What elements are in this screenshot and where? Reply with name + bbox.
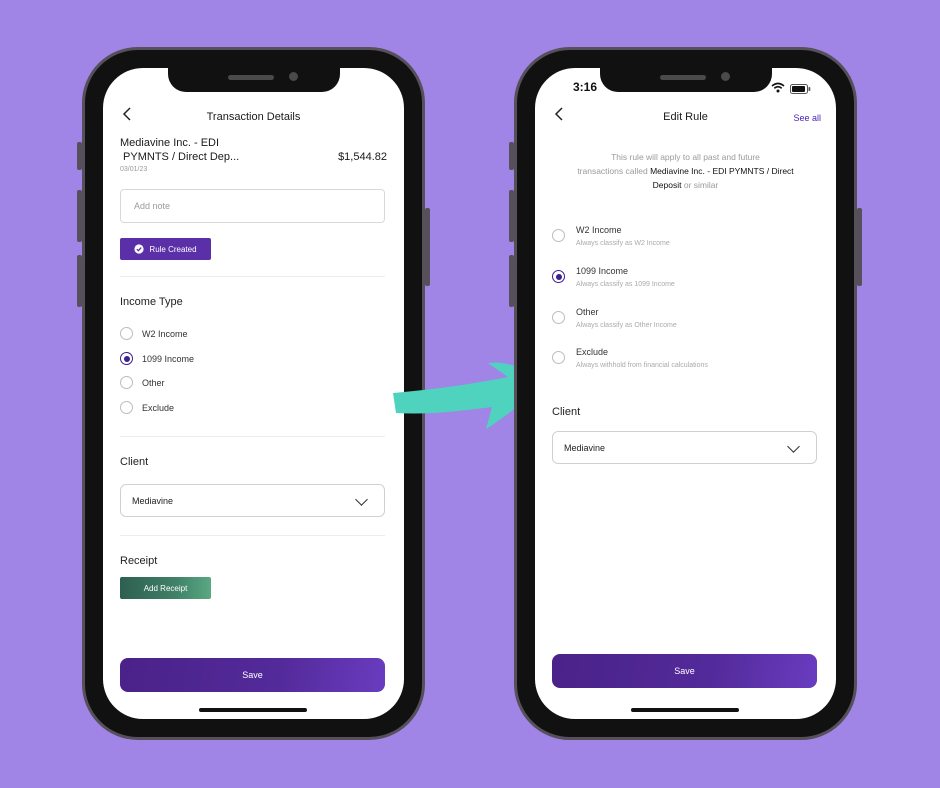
- radio-1099-income[interactable]: [552, 270, 565, 283]
- wifi-icon: [771, 80, 785, 98]
- option-label-exclude: Exclude: [576, 347, 609, 357]
- radio-other[interactable]: [552, 311, 565, 324]
- rule-description-merchant-cont: Deposit: [652, 180, 682, 190]
- speaker: [660, 75, 706, 80]
- client-select-value: Mediavine: [132, 495, 174, 506]
- radio-1099-income[interactable]: [120, 352, 133, 365]
- option-label-1099: 1099 Income: [142, 354, 195, 364]
- option-sub-w2: Always classify as W2 Income: [576, 240, 670, 247]
- volume-up-button: [77, 190, 82, 242]
- option-label-w2: W2 Income: [576, 225, 622, 235]
- home-indicator: [199, 708, 307, 712]
- option-label-exclude: Exclude: [142, 403, 175, 413]
- home-indicator: [631, 708, 739, 712]
- divider: [120, 535, 385, 536]
- option-label-w2: W2 Income: [142, 329, 188, 339]
- option-sub-other: Always classify as Other Income: [576, 322, 677, 329]
- option-label-other: Other: [576, 307, 599, 317]
- status-time: 3:16: [573, 80, 598, 94]
- page-title: Edit Rule: [663, 111, 708, 123]
- rule-created-badge[interactable]: Rule Created: [120, 238, 211, 260]
- left-phone-frame: Transaction Details Mediavine Inc. - EDI…: [77, 47, 430, 740]
- speaker: [228, 75, 274, 80]
- option-label-other: Other: [142, 378, 165, 388]
- merchant-name-line1: Mediavine Inc. - EDI: [120, 137, 220, 149]
- radio-exclude[interactable]: [120, 401, 133, 414]
- mute-switch: [77, 142, 82, 170]
- rule-description-prefix: transactions called: [577, 166, 651, 176]
- chevron-down-icon: [355, 493, 368, 506]
- save-button[interactable]: Save: [552, 654, 817, 688]
- rule-description-line1: This rule will apply to all past and fut…: [611, 152, 760, 162]
- rule-description-merchant: Mediavine Inc. - EDI PYMNTS / Direct: [650, 166, 794, 176]
- right-phone-frame: 3:16 Edit Rule See all This rule will ap…: [509, 47, 862, 740]
- divider: [120, 436, 385, 437]
- client-heading: Client: [120, 456, 149, 468]
- notch: [168, 68, 340, 92]
- option-sub-1099: Always classify as 1099 Income: [576, 281, 675, 288]
- battery-icon: [790, 81, 811, 99]
- volume-down-button: [77, 255, 82, 307]
- save-button[interactable]: Save: [120, 658, 385, 692]
- merchant-name-line2: PYMNTS / Direct Dep...: [120, 151, 240, 163]
- radio-other[interactable]: [120, 376, 133, 389]
- add-receipt-button[interactable]: Add Receipt: [120, 577, 211, 599]
- radio-exclude[interactable]: [552, 351, 565, 364]
- rule-created-label: Rule Created: [149, 244, 197, 254]
- notch: [600, 68, 772, 92]
- power-button: [857, 208, 862, 286]
- client-select[interactable]: Mediavine: [552, 431, 817, 464]
- page-title: Transaction Details: [206, 111, 301, 123]
- option-label-1099: 1099 Income: [576, 266, 629, 276]
- client-select[interactable]: Mediavine: [120, 484, 385, 517]
- mute-switch: [509, 142, 514, 170]
- right-screen: 3:16 Edit Rule See all This rule will ap…: [535, 68, 836, 719]
- note-input[interactable]: [120, 189, 385, 223]
- front-camera: [721, 72, 730, 81]
- transaction-date: 03/01/23: [120, 166, 148, 173]
- left-screen: Transaction Details Mediavine Inc. - EDI…: [103, 68, 404, 719]
- client-select-value: Mediavine: [564, 442, 606, 453]
- volume-down-button: [509, 255, 514, 307]
- receipt-heading: Receipt: [120, 555, 158, 567]
- volume-up-button: [509, 190, 514, 242]
- rule-description-suffix: or similar: [681, 180, 719, 190]
- radio-w2-income[interactable]: [120, 327, 133, 340]
- rule-description: This rule will apply to all past and fut…: [545, 150, 826, 192]
- front-camera: [289, 72, 298, 81]
- option-sub-exclude: Always withhold from financial calculati…: [576, 362, 708, 369]
- power-button: [425, 208, 430, 286]
- radio-w2-income[interactable]: [552, 229, 565, 242]
- chevron-down-icon: [787, 440, 800, 453]
- transaction-amount: $1,544.82: [338, 151, 387, 163]
- see-all-link[interactable]: See all: [793, 113, 821, 123]
- client-heading: Client: [552, 406, 581, 418]
- divider: [120, 276, 385, 277]
- check-circle-icon: [134, 244, 145, 254]
- income-type-heading: Income Type: [120, 296, 183, 308]
